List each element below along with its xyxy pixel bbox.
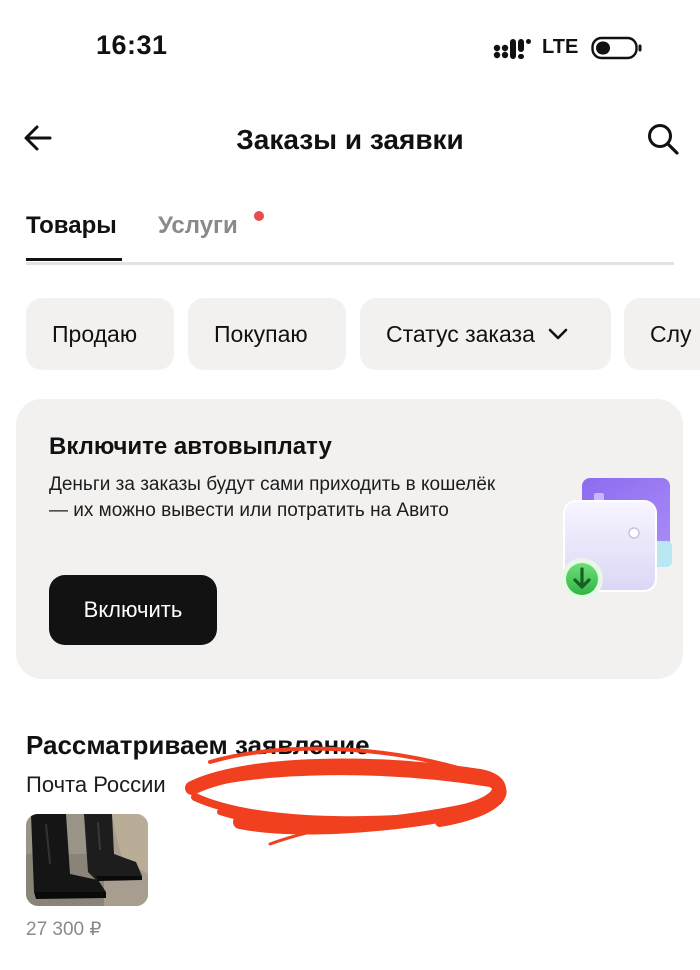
active-tab-indicator — [26, 258, 122, 261]
filter-chip-label: Статус заказа — [386, 320, 535, 347]
tab-products[interactable]: Товары — [26, 212, 117, 240]
page-title: Заказы и заявки — [236, 124, 464, 155]
boots-thumbnail[interactable] — [26, 814, 148, 906]
enable-button[interactable]: Включить — [49, 575, 217, 645]
notification-dot — [254, 211, 264, 221]
filter-chips: Продаю Покупаю Статус заказа Слу — [26, 298, 700, 370]
chevron-down-icon — [548, 328, 568, 340]
filter-chip-label: Слу — [650, 320, 692, 347]
battery-icon — [591, 36, 642, 60]
network-type: LTE — [542, 36, 579, 58]
filter-chip-order-status[interactable]: Статус заказа — [360, 298, 611, 370]
filter-chip-label: Покупаю — [214, 320, 308, 347]
filter-chip-selling[interactable]: Продаю — [26, 298, 174, 370]
status-bar: 16:31 LTE — [0, 0, 700, 90]
wallet-illustration — [561, 478, 672, 600]
tab-services[interactable]: Услуги — [158, 212, 238, 240]
filter-chip-buying[interactable]: Покупаю — [188, 298, 346, 370]
filter-chip-services[interactable]: Слу — [624, 298, 700, 370]
banner-title: Включите автовыплату — [49, 433, 332, 460]
boots-photo — [26, 814, 148, 906]
order-status-title: Рассматриваем заявление — [26, 730, 370, 760]
banner-text: Деньги за заказы будут сами приходить в … — [49, 474, 496, 521]
filter-chip-label: Продаю — [52, 320, 138, 347]
order-price: 27 300 ₽ — [26, 919, 102, 940]
autopayout-banner: Включите автовыплату Деньги за заказы бу… — [16, 399, 683, 679]
status-time: 16:31 — [96, 30, 168, 60]
order-carrier: Почта России — [26, 772, 166, 797]
tabs-bar: Товары Услуги — [26, 200, 674, 265]
header: Заказы и заявки — [0, 100, 700, 180]
signal-icon — [493, 39, 531, 59]
search-icon[interactable] — [646, 122, 680, 156]
